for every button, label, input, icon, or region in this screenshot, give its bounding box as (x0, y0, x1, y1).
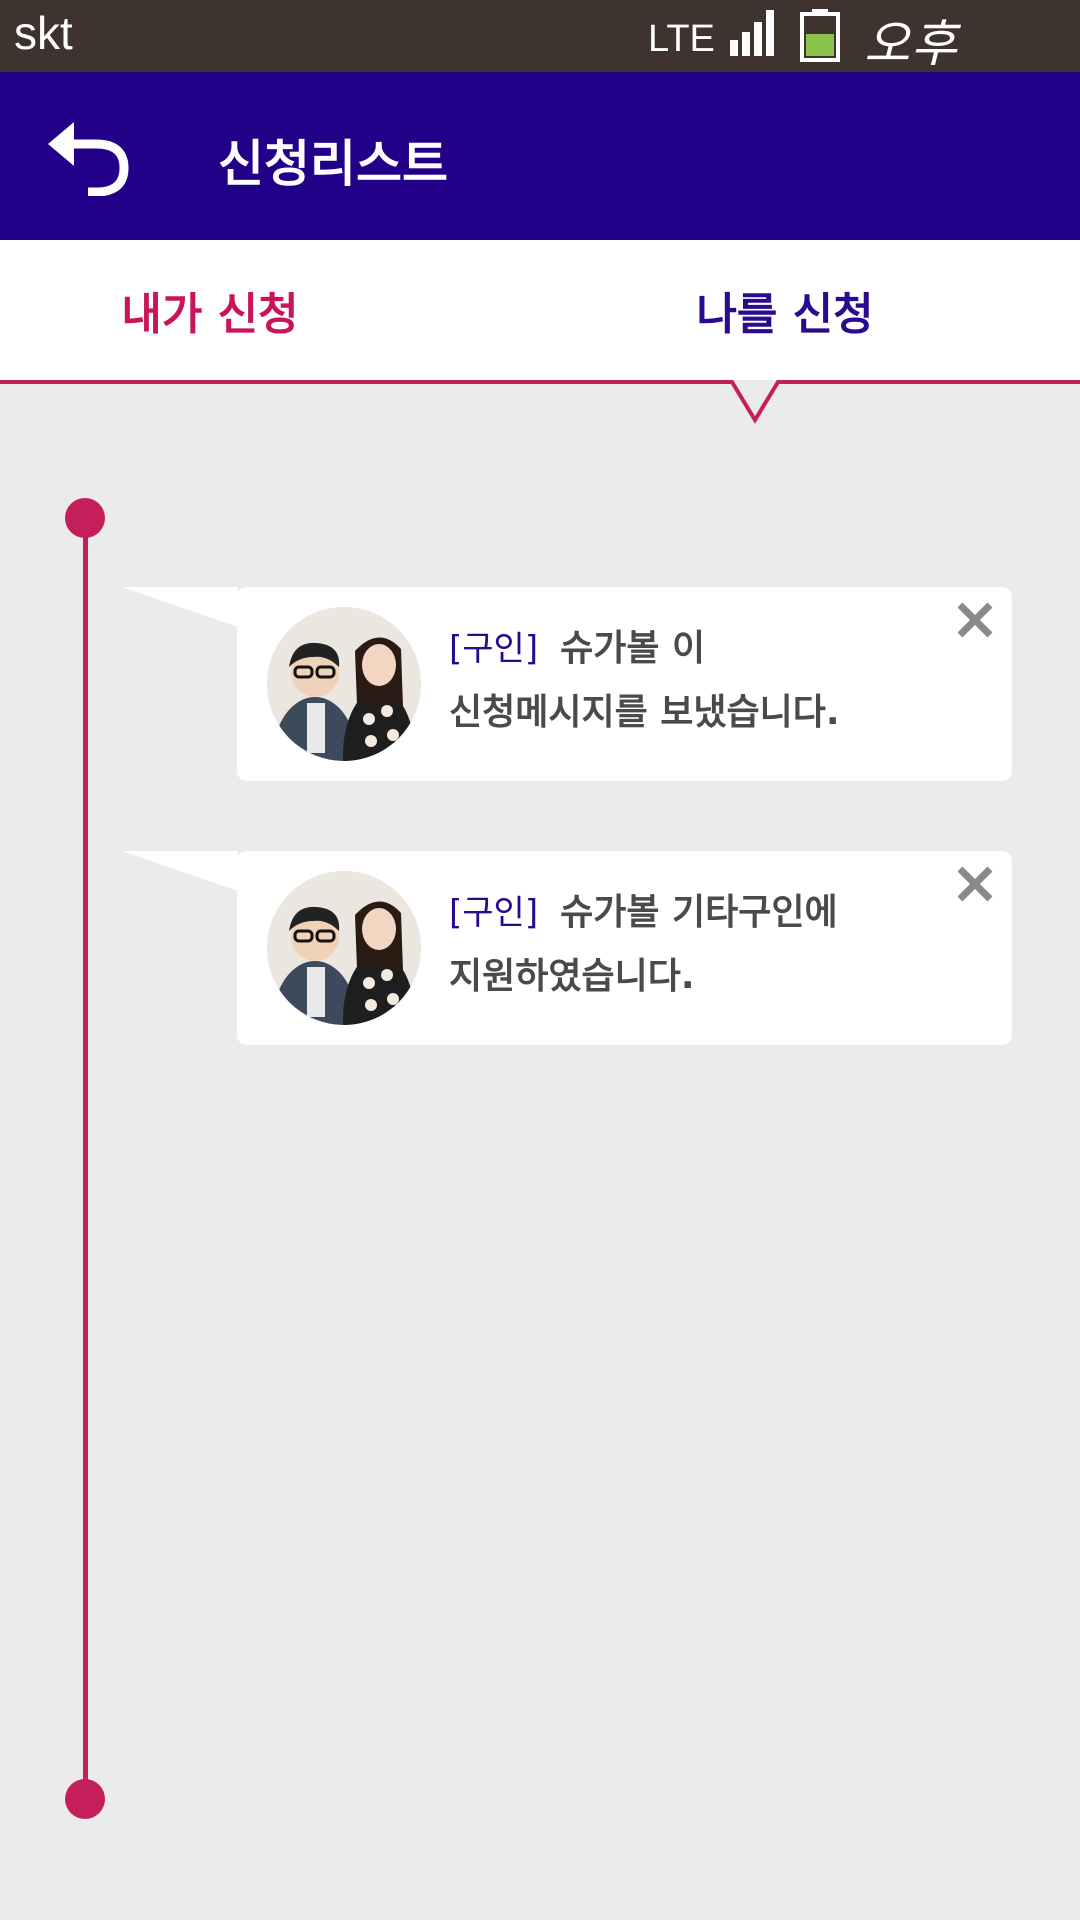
list-item[interactable]: [구인] 슈가볼 이 신청메시지를 보냈습니다. (122, 587, 1012, 783)
card-pointer (122, 587, 238, 627)
avatar (267, 871, 421, 1025)
tab-bar: 내가 신청 나를 신청 (0, 240, 1080, 380)
back-arrow-icon[interactable] (44, 116, 130, 196)
page-title: 신청리스트 (218, 135, 448, 193)
tab-applications-to-me[interactable]: 나를 신청 (515, 240, 1055, 380)
timeline-line (83, 516, 88, 1800)
category-tag: [구인] (449, 629, 539, 669)
notification-card[interactable]: [구인] 슈가볼 이 신청메시지를 보냈습니다. (237, 587, 1012, 781)
battery-icon (800, 9, 840, 62)
status-bar: skt LTE 오후 4:49 (0, 0, 1080, 134)
list-item[interactable]: [구인] 슈가볼 기타구인에 지원하였습니다. (122, 851, 1012, 1047)
close-icon[interactable] (954, 599, 996, 641)
tab-my-applications[interactable]: 내가 신청 (0, 240, 480, 380)
tab-indicator (0, 380, 1080, 424)
category-tag: [구인] (449, 893, 539, 933)
timeline-end-dot (65, 1779, 105, 1819)
notification-message: [구인] 슈가볼 이 신청메시지를 보냈습니다. (449, 617, 969, 745)
message-line-2: 신청메시지를 보냈습니다. (449, 692, 840, 733)
signal-bars-icon (730, 10, 774, 56)
carrier-label: skt (14, 7, 73, 59)
notification-card[interactable]: [구인] 슈가볼 기타구인에 지원하였습니다. (237, 851, 1012, 1045)
avatar (267, 607, 421, 761)
message-line-1: 슈가볼 이 (560, 628, 706, 669)
message-line-2: 지원하였습니다. (449, 956, 695, 997)
close-icon[interactable] (954, 863, 996, 905)
card-pointer (122, 851, 238, 891)
notification-message: [구인] 슈가볼 기타구인에 지원하였습니다. (449, 881, 969, 1009)
timeline-start-dot (65, 498, 105, 538)
network-type-label: LTE (648, 18, 715, 60)
message-line-1: 슈가볼 기타구인에 (560, 892, 838, 933)
app-bar: 신청리스트 (0, 72, 1080, 240)
